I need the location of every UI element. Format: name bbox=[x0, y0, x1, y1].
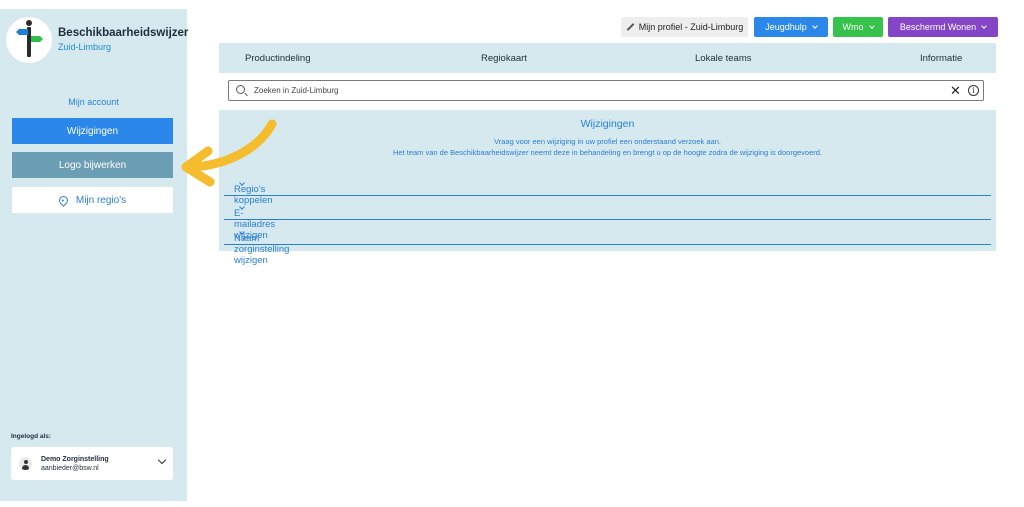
nav-productindeling[interactable]: Productindeling bbox=[245, 53, 311, 64]
mijn-regios-label: Mijn regio's bbox=[75, 194, 127, 206]
profile-label: Mijn profiel - Zuid-Limburg bbox=[638, 22, 744, 32]
logo-signpost-icon bbox=[6, 17, 52, 63]
my-account-heading: Mijn account bbox=[68, 97, 119, 107]
main-nav: Productindeling Regiokaart Lokale teams … bbox=[219, 43, 996, 73]
panel-title: Wijzigingen bbox=[580, 118, 635, 130]
chevron-down-icon bbox=[157, 455, 167, 465]
panel-description: Vraag voor een wijziging in uw profiel e… bbox=[494, 137, 721, 146]
wmo-label: Wmo bbox=[842, 22, 864, 32]
jeugdhulp-label: Jeugdhulp bbox=[765, 22, 807, 32]
profile-button[interactable]: Mijn profiel - Zuid-Limburg bbox=[621, 17, 748, 37]
wijzigingen-button[interactable]: Wijzigingen bbox=[12, 118, 173, 144]
brand-text: Beschikbaarheidswijzer Zuid-Limburg bbox=[58, 27, 188, 52]
chevron-down-icon bbox=[868, 22, 875, 29]
info-icon[interactable]: i bbox=[968, 85, 979, 96]
user-email: aanbieder@bsw.nl bbox=[41, 464, 99, 472]
app-window: Beschikbaarheidswijzer Zuid-Limburg Mijn… bbox=[0, 0, 1024, 507]
brand: Beschikbaarheidswijzer Zuid-Limburg bbox=[6, 17, 188, 63]
panel-description-2: Het team van de Beschikbaarheidswijzer n… bbox=[392, 148, 823, 157]
brand-title: Beschikbaarheidswijzer bbox=[58, 27, 189, 39]
user-avatar-icon bbox=[19, 457, 32, 470]
mijn-regios-button[interactable]: Mijn regio's bbox=[12, 187, 173, 213]
map-pin-icon bbox=[56, 193, 70, 207]
accordion-regios-koppelen[interactable]: Regio's koppelen bbox=[224, 176, 991, 206]
logo-bijwerken-button[interactable]: Logo bijwerken bbox=[12, 152, 173, 178]
logged-in-label: Ingelogd als: bbox=[11, 433, 52, 440]
accordion-email-wijzigen[interactable]: E-mailadres wijzigen bbox=[224, 200, 991, 241]
beschermd-wonen-dropdown[interactable]: Beschermd Wonen bbox=[888, 17, 998, 37]
beschermd-wonen-label: Beschermd Wonen bbox=[899, 22, 977, 32]
search-icon bbox=[236, 85, 245, 94]
wijzigingen-panel: Wijzigingen Vraag voor een wijziging in … bbox=[219, 110, 996, 266]
chevron-down-icon bbox=[981, 22, 988, 29]
accordion-naam-wijzigen[interactable]: Naam zorginstelling wijzigen bbox=[224, 225, 991, 266]
user-menu[interactable]: Demo Zorginstelling aanbieder@bsw.nl bbox=[11, 447, 173, 480]
nav-lokale-teams[interactable]: Lokale teams bbox=[695, 53, 752, 64]
annotation-arrow-icon bbox=[181, 119, 277, 187]
chevron-down-icon bbox=[811, 22, 818, 29]
search-placeholder: Zoeken in Zuid-Limburg bbox=[254, 86, 339, 95]
wmo-dropdown[interactable]: Wmo bbox=[833, 17, 883, 37]
sidebar: Beschikbaarheidswijzer Zuid-Limburg Mijn… bbox=[0, 9, 188, 501]
close-icon[interactable]: ✕ bbox=[950, 82, 961, 100]
user-name: Demo Zorginstelling bbox=[41, 455, 109, 463]
search-input[interactable]: Zoeken in Zuid-Limburg ✕ i bbox=[228, 80, 984, 101]
nav-informatie[interactable]: Informatie bbox=[920, 53, 962, 64]
accordion-label: Naam zorginstelling wijzigen bbox=[234, 233, 290, 266]
pencil-icon bbox=[626, 23, 635, 31]
nav-regiokaart[interactable]: Regiokaart bbox=[481, 53, 527, 64]
user-info: Demo Zorginstelling aanbieder@bsw.nl bbox=[41, 456, 109, 472]
jeugdhulp-dropdown[interactable]: Jeugdhulp bbox=[754, 17, 828, 37]
brand-subtitle: Zuid-Limburg bbox=[58, 42, 112, 52]
